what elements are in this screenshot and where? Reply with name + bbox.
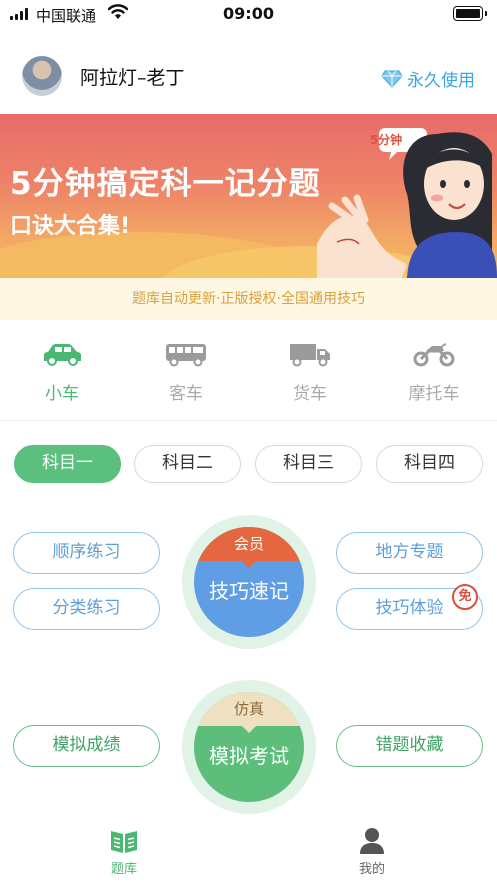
- mock-exam-circle[interactable]: 仿真 模拟考试: [182, 680, 316, 814]
- tab-motorcycle-label: 摩托车: [408, 384, 460, 404]
- sequential-practice-button[interactable]: 顺序练习: [13, 532, 160, 574]
- subject-four-button[interactable]: 科目四: [376, 445, 483, 483]
- bottom-nav: 题库 我的: [0, 822, 497, 883]
- mock-exam-label: 模拟考试: [209, 744, 289, 768]
- tab-car[interactable]: 小车: [12, 335, 112, 415]
- user-header: 阿拉灯–老丁 永久使用: [0, 48, 497, 106]
- avatar[interactable]: [22, 56, 62, 96]
- vehicle-tabs: 小车 客车 货车 摩托车: [0, 335, 497, 415]
- tab-motorcycle[interactable]: 摩托车: [384, 335, 484, 415]
- book-icon: [111, 831, 137, 853]
- truck-icon: [290, 344, 330, 367]
- simulation-badge: 仿真: [194, 692, 304, 733]
- nav-question-bank-label: 题库: [110, 862, 137, 877]
- status-bar: 中国联通 09:00: [0, 0, 497, 28]
- diamond-icon: [381, 70, 403, 88]
- promo-banner[interactable]: 5分钟搞定科一记分题 口诀大合集! 5分钟: [0, 114, 497, 278]
- nav-mine[interactable]: 我的: [332, 826, 412, 877]
- wrong-questions-button[interactable]: 错题收藏: [336, 725, 483, 767]
- vip-status[interactable]: 永久使用: [381, 66, 475, 91]
- tips-memo-label: 技巧速记: [209, 579, 289, 603]
- vip-label: 永久使用: [407, 71, 475, 91]
- mock-score-button[interactable]: 模拟成绩: [13, 725, 160, 767]
- banner-subtitle: 口诀大合集!: [10, 214, 131, 239]
- person-icon: [360, 828, 384, 854]
- banner-tag: 5分钟: [369, 133, 403, 147]
- battery-icon: [453, 6, 487, 21]
- tab-truck[interactable]: 货车: [260, 335, 360, 415]
- tab-car-label: 小车: [45, 384, 79, 404]
- nav-question-bank[interactable]: 题库: [84, 826, 164, 877]
- clock: 09:00: [223, 4, 274, 23]
- tab-bus[interactable]: 客车: [136, 335, 236, 415]
- local-topics-button[interactable]: 地方专题: [336, 532, 483, 574]
- username[interactable]: 阿拉灯–老丁: [80, 63, 185, 90]
- tips-memo-circle[interactable]: 会员 技巧速记: [182, 515, 316, 649]
- motorcycle-icon: [413, 343, 455, 367]
- free-badge: 免: [452, 584, 478, 610]
- member-badge: 会员: [194, 527, 304, 568]
- car-icon: [44, 344, 81, 366]
- subject-two-button[interactable]: 科目二: [134, 445, 241, 483]
- tab-truck-label: 货车: [293, 384, 327, 404]
- notice-strip: 题库自动更新·正版授权·全国通用技巧: [0, 278, 497, 320]
- divider: [0, 420, 497, 421]
- subject-three-button[interactable]: 科目三: [255, 445, 362, 483]
- bus-icon: [166, 344, 206, 367]
- category-practice-button[interactable]: 分类练习: [13, 588, 160, 630]
- subject-one-button[interactable]: 科目一: [14, 445, 121, 483]
- nav-mine-label: 我的: [358, 862, 385, 877]
- tab-bus-label: 客车: [169, 384, 203, 404]
